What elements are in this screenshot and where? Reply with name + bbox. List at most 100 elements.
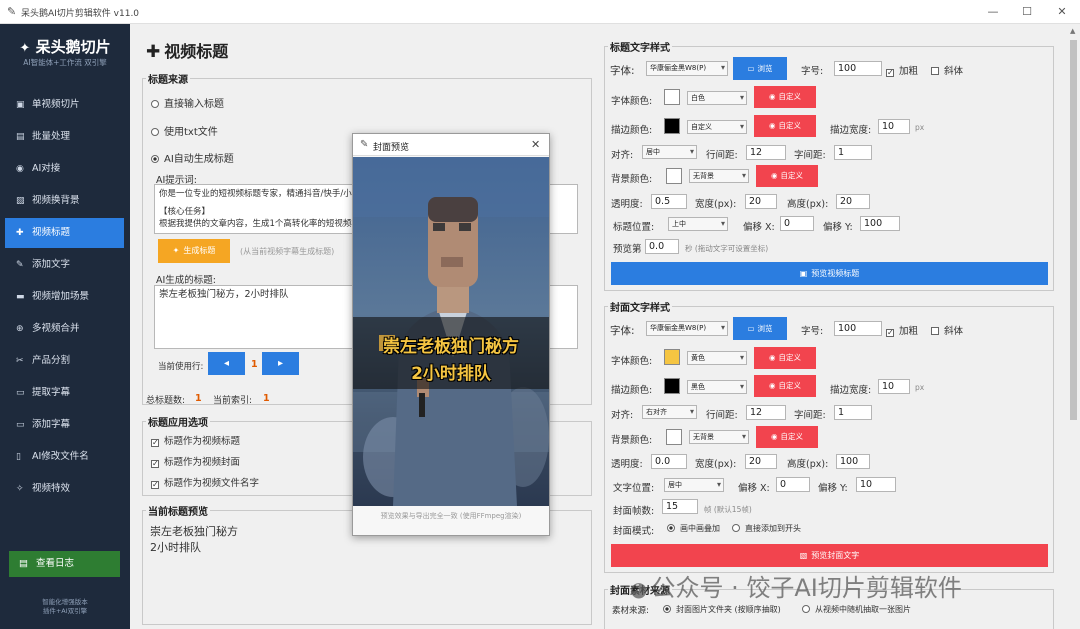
checkbox-as-video-title[interactable]: ✓ 标题作为视频标题 [151, 433, 240, 447]
sidebar-item-product-split[interactable]: ✂ 产品分割 [5, 346, 124, 376]
close-icon[interactable]: ✕ [1053, 3, 1071, 21]
sidebar-item-add-scene[interactable]: ▬ 视频增加场景 [5, 282, 124, 312]
checkbox-as-cover[interactable]: ✓ 标题作为视频封面 [151, 454, 240, 468]
browse-label: 浏览 [757, 64, 773, 73]
cover-frames-input[interactable]: 15 [662, 499, 698, 514]
check-icon: ✓ [886, 328, 894, 337]
title-stroke-width-input[interactable]: 10 [878, 119, 910, 134]
custom-label: 自定义 [778, 121, 802, 130]
sidebar-item-add-subtitle[interactable]: ▭ 添加字幕 [5, 410, 124, 440]
sidebar-item-extract-subtitle[interactable]: ▭ 提取字幕 [5, 378, 124, 408]
minimize-icon[interactable]: — [984, 3, 1002, 21]
cover-bg-color-select[interactable]: 无背景 [689, 430, 749, 444]
title-bold-checkbox[interactable]: ✓ 加粗 [886, 63, 918, 77]
checkbox-label: 标题作为视频标题 [164, 436, 241, 447]
sidebar-item-rename[interactable]: ▯ AI修改文件名 [5, 442, 124, 472]
cover-font-color-custom-button[interactable]: ◉ 自定义 [754, 347, 816, 369]
title-position-select[interactable]: 上中 [668, 217, 728, 231]
title-width-input[interactable]: 20 [745, 194, 777, 209]
cover-stroke-custom-button[interactable]: ◉ 自定义 [754, 375, 816, 397]
close-icon[interactable]: ✕ [531, 138, 540, 151]
cover-bold-checkbox[interactable]: ✓ 加粗 [886, 323, 918, 337]
radio-ai-generate[interactable]: AI自动生成标题 [151, 150, 234, 165]
window-title: 呆头鹅AI切片剪辑软件 v11.0 [21, 9, 140, 19]
maximize-icon[interactable]: ☐ [1018, 3, 1036, 21]
cover-offset-y-input[interactable]: 10 [856, 477, 896, 492]
title-size-input[interactable]: 100 [834, 61, 882, 76]
title-bg-custom-button[interactable]: ◉ 自定义 [756, 165, 818, 187]
radio-prepend-mode[interactable]: 直接添加到开头 [732, 523, 801, 534]
cover-font-select[interactable]: 华康俪金黑W8(P) [646, 321, 728, 336]
cover-offset-x-input[interactable]: 0 [776, 477, 810, 492]
sidebar-item-label: 批量处理 [32, 131, 71, 142]
browse-label: 浏览 [757, 324, 773, 333]
radio-cover-folder[interactable]: 封面图片文件夹 (按顺序抽取) [663, 604, 781, 615]
cover-font-color-select[interactable]: 黄色 [687, 351, 747, 365]
cover-stroke-width-input[interactable]: 10 [878, 379, 910, 394]
vertical-scrollbar[interactable]: ▲ [1067, 24, 1080, 629]
cover-bg-color-swatch[interactable] [666, 429, 682, 445]
title-opacity-input[interactable]: 0.5 [651, 194, 687, 209]
cover-height-input[interactable]: 100 [836, 454, 870, 469]
cover-line-spacing-input[interactable]: 12 [746, 405, 786, 420]
cover-bg-custom-button[interactable]: ◉ 自定义 [756, 426, 818, 448]
sidebar-item-add-text[interactable]: ✎ 添加文字 [5, 250, 124, 280]
next-row-button[interactable]: ▸ [262, 352, 299, 375]
radio-checked-icon [151, 155, 159, 163]
title-stroke-custom-button[interactable]: ◉ 自定义 [754, 115, 816, 137]
cover-char-spacing-input[interactable]: 1 [834, 405, 872, 420]
title-char-spacing-input[interactable]: 1 [834, 145, 872, 160]
title-font-select[interactable]: 华康俪金黑W8(P) [646, 61, 728, 76]
cover-stroke-color-select[interactable]: 黑色 [687, 380, 747, 394]
align-label: 对齐: [611, 150, 634, 161]
sidebar-item-ai[interactable]: ◉ AI对接 [5, 154, 124, 184]
radio-label: 封面图片文件夹 (按顺序抽取) [676, 605, 781, 614]
title-preview-frame-input[interactable]: 0.0 [645, 239, 679, 254]
title-offset-y-input[interactable]: 100 [860, 216, 900, 231]
cover-align-select[interactable]: 右对齐 [642, 405, 697, 419]
checkbox-as-filename[interactable]: ✓ 标题作为视频文件名字 [151, 475, 259, 489]
title-font-color-select[interactable]: 白色 [687, 91, 747, 105]
current-index-label: 当前索引: [213, 396, 253, 406]
robot-icon: ◉ [16, 164, 24, 174]
radio-direct-input[interactable]: 直接输入标题 [151, 95, 224, 110]
title-line-spacing-input[interactable]: 12 [746, 145, 786, 160]
title-align-select[interactable]: 居中 [642, 145, 697, 159]
title-bg-color-swatch[interactable] [666, 168, 682, 184]
cover-size-input[interactable]: 100 [834, 321, 882, 336]
preview-video-title-button[interactable]: ▣ 预览视频标题 [611, 262, 1048, 285]
sidebar-item-background[interactable]: ▧ 视频换背景 [5, 186, 124, 216]
view-log-button[interactable]: ▤ 查看日志 [9, 551, 120, 577]
sidebar-item-batch[interactable]: ▤ 批量处理 [5, 122, 124, 152]
title-stroke-color-select[interactable]: 自定义 [687, 120, 747, 134]
generate-title-button[interactable]: ✦ 生成标题 [158, 239, 230, 263]
prev-row-button[interactable]: ◂ [208, 352, 245, 375]
sidebar-item-effects[interactable]: ✧ 视频特效 [5, 474, 124, 504]
title-stroke-color-swatch[interactable] [664, 118, 680, 134]
sidebar-item-merge[interactable]: ⊕ 多视频合并 [5, 314, 124, 344]
cover-position-select[interactable]: 居中 [664, 478, 724, 492]
title-font-color-swatch[interactable] [664, 89, 680, 105]
title-font-color-custom-button[interactable]: ◉ 自定义 [754, 86, 816, 108]
cover-font-browse-button[interactable]: ▭ 浏览 [733, 317, 787, 340]
cover-width-input[interactable]: 20 [745, 454, 777, 469]
radio-label: 直接添加到开头 [745, 524, 801, 533]
cover-italic-checkbox[interactable]: 斜体 [931, 323, 963, 337]
scrollbar-thumb[interactable] [1070, 40, 1077, 420]
title-bg-color-select[interactable]: 无背景 [689, 169, 749, 183]
radio-random-frame[interactable]: 从视频中随机抽取一张图片 [802, 604, 911, 615]
cover-opacity-input[interactable]: 0.0 [651, 454, 687, 469]
sidebar-item-single-clip[interactable]: ▣ 单视频切片 [5, 90, 124, 120]
title-italic-checkbox[interactable]: 斜体 [931, 63, 963, 77]
title-offset-x-input[interactable]: 0 [780, 216, 814, 231]
current-row-value: 1 [251, 359, 258, 370]
radio-txt-file[interactable]: 使用txt文件 [151, 123, 218, 138]
radio-overlay-mode[interactable]: 画中画叠加 [667, 523, 720, 534]
title-font-browse-button[interactable]: ▭ 浏览 [733, 57, 787, 80]
title-height-input[interactable]: 20 [836, 194, 870, 209]
cover-font-color-swatch[interactable] [664, 349, 680, 365]
sidebar-item-video-title[interactable]: ✚ 视频标题 [5, 218, 124, 248]
scroll-up-icon[interactable]: ▲ [1070, 27, 1075, 35]
cover-stroke-color-swatch[interactable] [664, 378, 680, 394]
preview-cover-text-button[interactable]: ▧ 预览封面文字 [611, 544, 1048, 567]
